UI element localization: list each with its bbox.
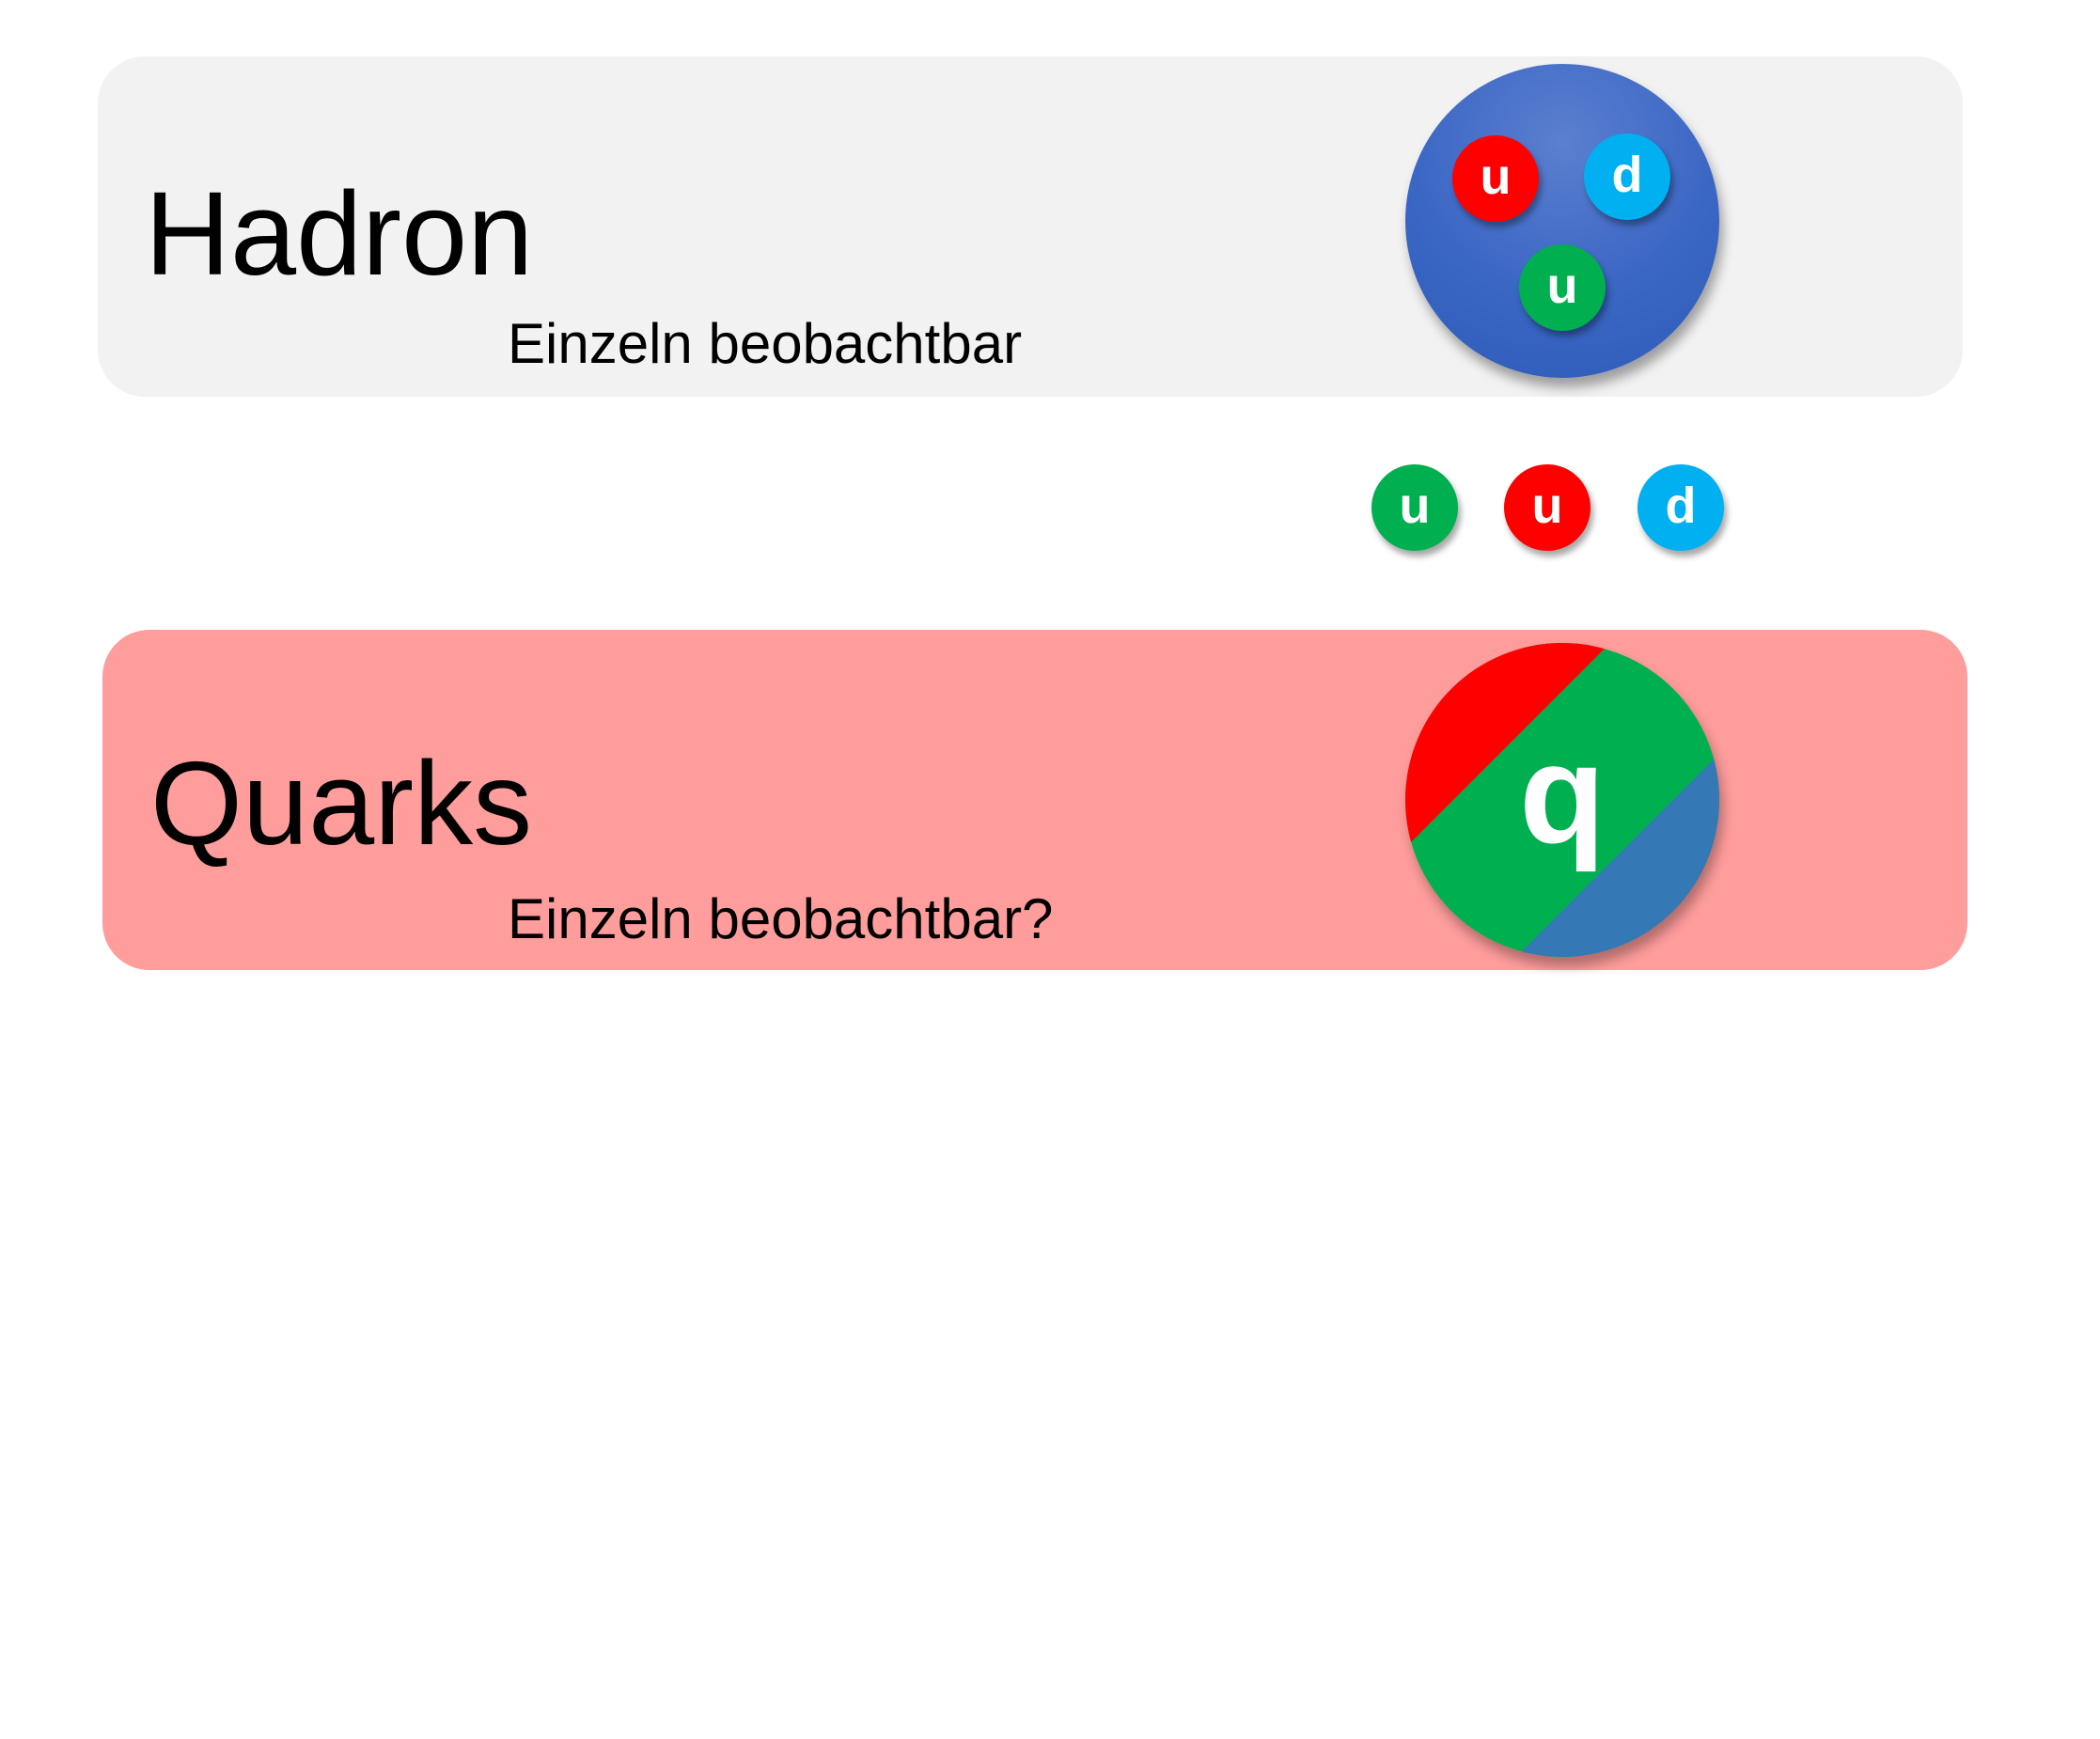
hadron-quark-u-green: u	[1519, 244, 1606, 331]
color-quark-svg: q	[1405, 643, 1719, 957]
free-quark-u-green: u	[1371, 464, 1458, 551]
color-quark-ball: q	[1405, 643, 1719, 957]
quarks-subtitle: Einzeln beobachtbar?	[508, 887, 1054, 950]
quarks-title: Quarks	[150, 737, 533, 870]
hadron-title: Hadron	[145, 167, 534, 300]
quark-symbol: q	[1519, 714, 1606, 872]
free-quark-d-cyan: d	[1638, 464, 1724, 551]
diagram: Hadron Einzeln beobachtbar u d u u u d Q…	[0, 0, 2100, 1739]
hadron-subtitle: Einzeln beobachtbar	[508, 312, 1023, 375]
free-quark-u-red: u	[1504, 464, 1591, 551]
hadron-quark-d-cyan: d	[1584, 133, 1670, 220]
hadron-quark-u-red: u	[1452, 135, 1539, 222]
